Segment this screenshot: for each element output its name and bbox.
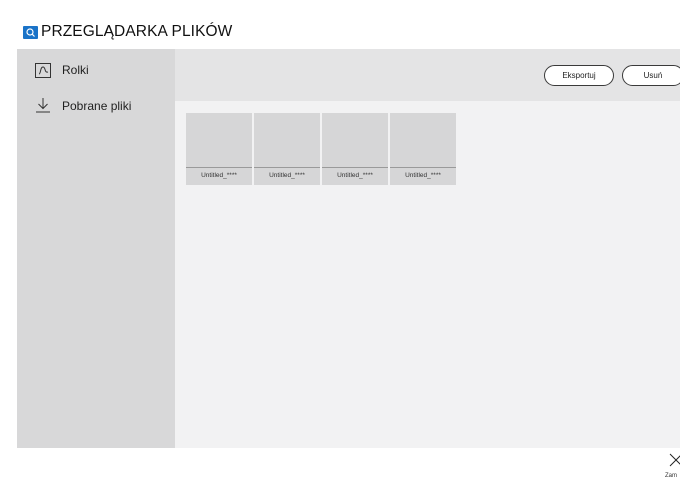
sidebar-item-reels[interactable]: Rolki xyxy=(17,61,175,91)
file-thumbnail[interactable]: Untitled_**** xyxy=(254,113,320,185)
close-button[interactable]: Zam xyxy=(663,440,680,483)
toolbar: Eksportuj Usuń xyxy=(175,49,680,101)
title-bar: PRZEGLĄDARKA PLIKÓW xyxy=(17,12,680,49)
close-icon xyxy=(669,453,680,467)
file-grid: Untitled_**** Untitled_**** Untitled_***… xyxy=(175,101,680,448)
file-name: Untitled_**** xyxy=(269,172,305,179)
export-button[interactable]: Eksportuj xyxy=(544,65,614,86)
file-name: Untitled_**** xyxy=(201,172,237,179)
delete-button[interactable]: Usuń xyxy=(622,65,680,86)
thumbnail-divider xyxy=(390,167,456,168)
thumbnail-divider xyxy=(322,167,388,168)
reels-icon xyxy=(34,61,54,81)
file-thumbnail[interactable]: Untitled_**** xyxy=(322,113,388,185)
search-folder-icon xyxy=(23,26,38,39)
file-thumbnail[interactable]: Untitled_**** xyxy=(186,113,252,185)
thumbnail-divider xyxy=(254,167,320,168)
file-name: Untitled_**** xyxy=(337,172,373,179)
file-thumbnail[interactable]: Untitled_**** xyxy=(390,113,456,185)
sidebar-item-downloads[interactable]: Pobrane pliki xyxy=(17,97,175,127)
file-browser-window: PRZEGLĄDARKA PLIKÓW Rolki Pobrane pliki xyxy=(17,12,680,483)
download-icon xyxy=(34,97,54,117)
sidebar-item-label: Pobrane pliki xyxy=(62,99,132,113)
sidebar: Rolki Pobrane pliki xyxy=(17,49,175,448)
sidebar-item-label: Rolki xyxy=(62,63,89,77)
thumbnail-divider xyxy=(186,167,252,168)
file-name: Untitled_**** xyxy=(405,172,441,179)
app-title: PRZEGLĄDARKA PLIKÓW xyxy=(41,23,233,40)
close-label: Zam xyxy=(665,473,677,479)
